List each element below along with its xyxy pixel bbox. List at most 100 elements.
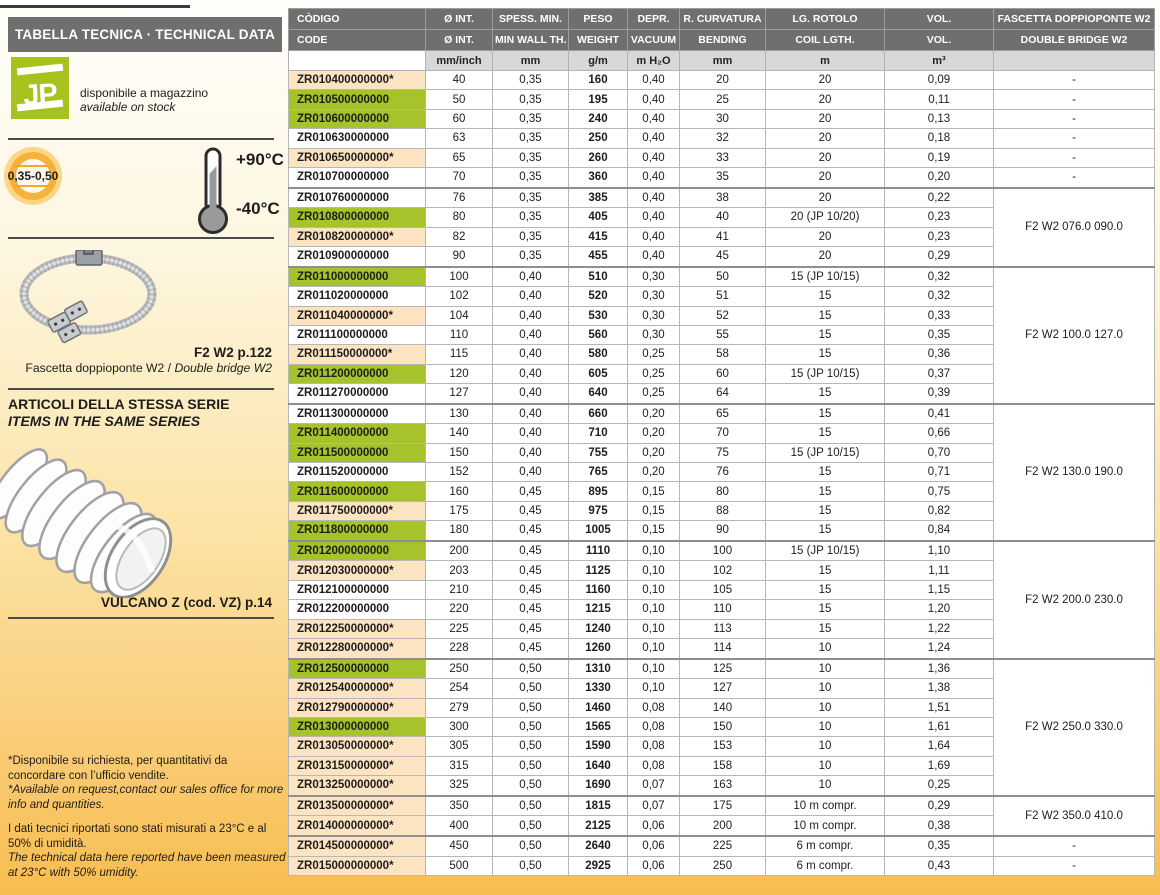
cell-volume: 1,64 xyxy=(885,737,994,756)
table-row: ZR010400000000*400,351600,4020200,09- xyxy=(289,71,1155,90)
cell-wall: 0,50 xyxy=(493,659,569,679)
cell-weight: 1110 xyxy=(569,541,628,561)
cell-diameter: 350 xyxy=(426,796,493,816)
cell-weight: 1330 xyxy=(569,679,628,698)
cell-vacuum: 0,10 xyxy=(628,600,680,619)
cell-volume: 0,29 xyxy=(885,246,994,266)
cell-code: ZR014500000000* xyxy=(289,836,426,856)
cell-coil-length: 15 xyxy=(766,325,885,344)
cell-bending: 45 xyxy=(680,246,766,266)
cell-volume: 0,20 xyxy=(885,167,994,187)
cell-volume: 0,23 xyxy=(885,208,994,227)
cell-coil-length: 10 xyxy=(766,638,885,658)
cell-volume: 1,69 xyxy=(885,756,994,775)
cell-code: ZR011020000000 xyxy=(289,287,426,306)
cell-coil-length: 10 xyxy=(766,737,885,756)
cell-code: ZR010700000000 xyxy=(289,167,426,187)
clamp-page-ref: F2 W2 p.122 xyxy=(8,345,272,360)
cell-bending: 100 xyxy=(680,541,766,561)
cell-wall: 0,40 xyxy=(493,404,569,424)
cell-vacuum: 0,40 xyxy=(628,208,680,227)
table-row: ZR014500000000*4500,5026400,062256 m com… xyxy=(289,836,1155,856)
cell-bending: 38 xyxy=(680,188,766,208)
cell-bending: 80 xyxy=(680,482,766,501)
table-row: ZR010500000000500,351950,4025200,11- xyxy=(289,90,1155,109)
cell-code: ZR011750000000* xyxy=(289,501,426,520)
cell-bridge-clamp: - xyxy=(994,109,1155,128)
cell-weight: 415 xyxy=(569,227,628,246)
table-row: ZR0125000000002500,5013100,10125101,36F2… xyxy=(289,659,1155,679)
cell-vacuum: 0,40 xyxy=(628,246,680,266)
section-title-label: TABELLA TECNICA · TECHNICAL DATA xyxy=(15,27,275,42)
cell-wall: 0,50 xyxy=(493,679,569,698)
stock-note-en: available on stock xyxy=(80,100,208,114)
cell-volume: 0,75 xyxy=(885,482,994,501)
cell-volume: 0,71 xyxy=(885,463,994,482)
cell-weight: 1240 xyxy=(569,619,628,638)
cell-code: ZR011000000000 xyxy=(289,267,426,287)
cell-wall: 0,40 xyxy=(493,325,569,344)
cell-vacuum: 0,07 xyxy=(628,796,680,816)
cell-coil-length: 10 xyxy=(766,756,885,775)
cell-bending: 88 xyxy=(680,501,766,520)
cell-diameter: 80 xyxy=(426,208,493,227)
cell-weight: 455 xyxy=(569,246,628,266)
divider xyxy=(8,138,274,140)
cell-wall: 0,45 xyxy=(493,561,569,580)
cell-code: ZR010600000000 xyxy=(289,109,426,128)
cell-code: ZR011100000000 xyxy=(289,325,426,344)
unit-diameter: mm/inch xyxy=(426,51,493,71)
unit-vacuum: m H₂O xyxy=(628,51,680,71)
col-spessore: SPESS. MIN. xyxy=(493,9,569,30)
cell-volume: 0,38 xyxy=(885,816,994,836)
cell-coil-length: 10 m compr. xyxy=(766,816,885,836)
temperature-max: +90°C xyxy=(236,150,284,170)
table-row: ZR010650000000*650,352600,4033200,19- xyxy=(289,148,1155,167)
clamp-caption-en: Double bridge W2 xyxy=(174,361,272,375)
cell-coil-length: 10 xyxy=(766,717,885,736)
cell-code: ZR011200000000 xyxy=(289,364,426,383)
cell-vacuum: 0,20 xyxy=(628,443,680,462)
cell-bridge-clamp: F2 W2 350.0 410.0 xyxy=(994,796,1155,836)
cell-wall: 0,45 xyxy=(493,501,569,520)
cell-wall: 0,50 xyxy=(493,698,569,717)
cell-code: ZR011400000000 xyxy=(289,424,426,443)
cell-bending: 175 xyxy=(680,796,766,816)
hose-page-ref: VULCANO Z (cod. VZ) p.14 xyxy=(8,595,272,610)
cell-vacuum: 0,08 xyxy=(628,717,680,736)
cell-wall: 0,35 xyxy=(493,148,569,167)
clamp-caption-text: Fascetta doppioponte W2 / Double bridge … xyxy=(8,361,272,375)
cell-bending: 51 xyxy=(680,287,766,306)
cell-volume: 0,36 xyxy=(885,345,994,364)
cell-volume: 0,32 xyxy=(885,287,994,306)
cell-code: ZR012500000000 xyxy=(289,659,426,679)
cell-diameter: 325 xyxy=(426,776,493,796)
cell-coil-length: 10 xyxy=(766,698,885,717)
hose-clamp-image xyxy=(12,250,162,346)
cell-wall: 0,40 xyxy=(493,364,569,383)
cell-wall: 0,50 xyxy=(493,737,569,756)
cell-vacuum: 0,40 xyxy=(628,167,680,187)
cell-vacuum: 0,08 xyxy=(628,756,680,775)
cell-weight: 1590 xyxy=(569,737,628,756)
cell-weight: 755 xyxy=(569,443,628,462)
cell-code: ZR012790000000* xyxy=(289,698,426,717)
cell-volume: 1,38 xyxy=(885,679,994,698)
col-peso: PESO xyxy=(569,9,628,30)
cell-vacuum: 0,15 xyxy=(628,521,680,541)
cell-code: ZR013000000000 xyxy=(289,717,426,736)
cell-wall: 0,50 xyxy=(493,836,569,856)
cell-weight: 1460 xyxy=(569,698,628,717)
col-wall: MIN WALL TH. xyxy=(493,30,569,51)
cell-vacuum: 0,40 xyxy=(628,188,680,208)
cell-code: ZR011270000000 xyxy=(289,384,426,404)
col-volume: VOL. xyxy=(885,9,994,30)
cell-coil-length: 6 m compr. xyxy=(766,836,885,856)
cell-bending: 127 xyxy=(680,679,766,698)
cell-coil-length: 15 xyxy=(766,345,885,364)
cell-diameter: 150 xyxy=(426,443,493,462)
cell-wall: 0,40 xyxy=(493,384,569,404)
cell-wall: 0,45 xyxy=(493,521,569,541)
divider xyxy=(8,388,274,390)
cell-coil-length: 20 xyxy=(766,227,885,246)
